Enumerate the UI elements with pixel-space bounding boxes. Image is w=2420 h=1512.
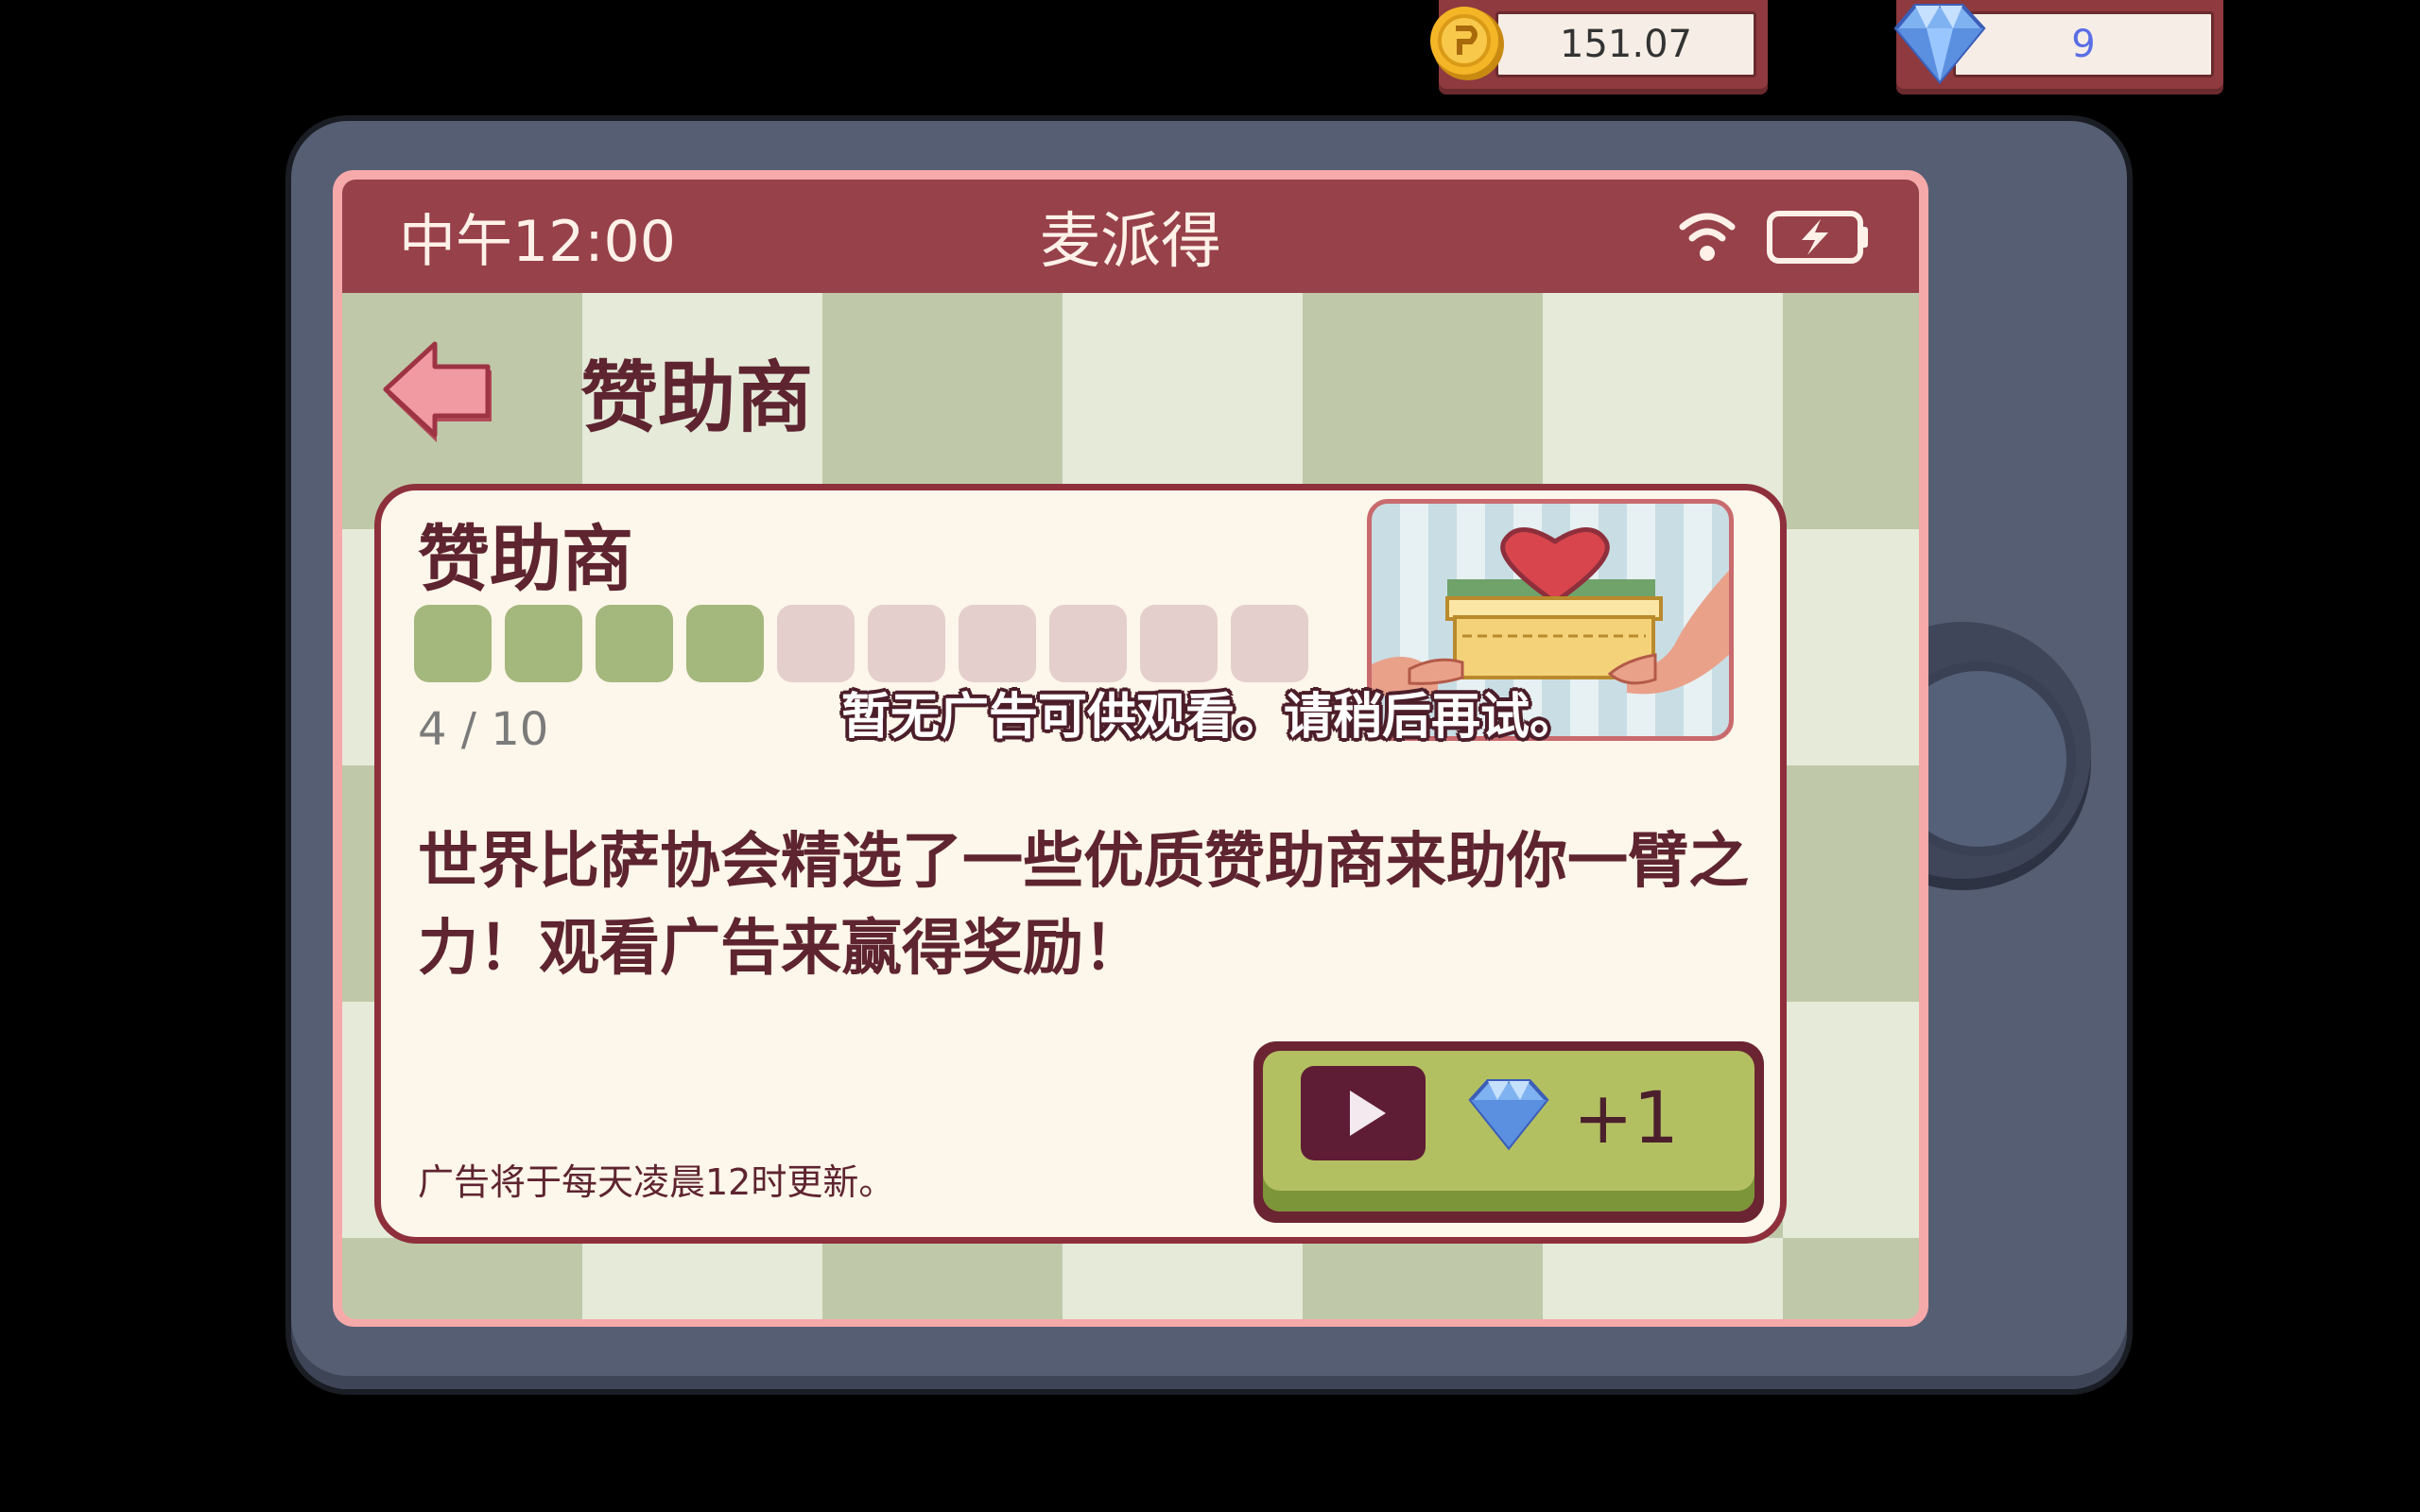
progress-segment xyxy=(1231,605,1308,682)
progress-segment xyxy=(686,605,764,682)
progress-segment xyxy=(868,605,945,682)
gem-value: 9 xyxy=(2071,23,2096,66)
gem-value-field: 9 xyxy=(1953,11,2214,77)
coin-value-field: 151.07 xyxy=(1495,11,1756,77)
progress-segment xyxy=(414,605,492,682)
progress-segment xyxy=(777,605,855,682)
progress-segment xyxy=(959,605,1036,682)
battery-icon xyxy=(1767,211,1868,264)
card-description: 世界比萨协会精选了一些优质赞助商来助你一臂之力！观看广告来赢得奖励！ xyxy=(418,827,1749,984)
coin-icon xyxy=(1430,7,1504,80)
refresh-footnote: 广告将于每天凌晨12时更新。 xyxy=(418,1161,895,1203)
wifi-icon xyxy=(1679,213,1736,261)
progress-segment xyxy=(505,605,582,682)
progress-segment xyxy=(596,605,673,682)
gem-icon xyxy=(1893,4,1986,85)
progress-segment xyxy=(1140,605,1218,682)
coin-value: 151.07 xyxy=(1560,23,1692,66)
gem-icon xyxy=(1468,1079,1549,1151)
status-bar: 中午12:00 麦派得 xyxy=(342,180,1919,293)
no-ads-toast: 暂无广告可供观看。请稍后再试。 xyxy=(840,689,1579,746)
back-arrow-icon[interactable] xyxy=(382,340,497,444)
play-icon xyxy=(1301,1066,1426,1160)
page-title: 赞助商 xyxy=(580,353,814,443)
reward-amount: +1 xyxy=(1573,1075,1680,1160)
card-title: 赞助商 xyxy=(418,517,633,601)
progress-segment xyxy=(1049,605,1127,682)
